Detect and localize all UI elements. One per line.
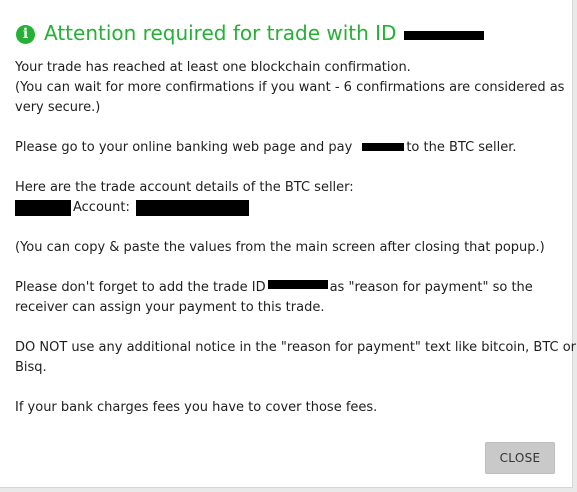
wait-text-1: (You can wait for more confirmations if … [15,80,565,95]
attention-dialog: i Attention required for trade with ID Y… [0,0,577,488]
wait-text-2: very secure.) [15,100,101,115]
redacted-trade-id-inline [267,280,328,289]
dialog-message: Your trade has reached at least one bloc… [15,58,577,418]
redacted-account-number [135,199,249,216]
dialog-title-text: Attention required for trade with ID [44,21,397,45]
account-label: Account: [73,200,130,215]
reason-text-2: receiver can assign your payment to this… [15,300,325,315]
notice-text-2: Bisq. [15,360,47,375]
redacted-amount [362,142,405,151]
dialog-title: Attention required for trade with ID [44,20,485,46]
pay-text-after: to the BTC seller. [406,140,517,155]
account-details-text: Here are the trade account details of th… [15,180,354,195]
close-button[interactable]: CLOSE [485,442,555,474]
redacted-holder-name [15,199,71,216]
fees-text: If your bank charges fees you have to co… [15,400,378,415]
reason-text-before: Please don't forget to add the trade ID [15,280,266,295]
pay-text-before: Please go to your online banking web pag… [15,140,353,155]
account-details-row: Account: [15,198,560,218]
reason-instruction: Please don't forget to add the trade ID a… [15,278,560,298]
pay-instruction: Please go to your online banking web pag… [15,138,560,158]
confirmation-text: Your trade has reached at least one bloc… [15,60,411,75]
dialog-header: i Attention required for trade with ID [16,20,485,46]
redacted-trade-id [404,31,485,40]
copy-paste-text: (You can copy & paste the values from th… [15,240,545,255]
notice-text-1: DO NOT use any additional notice in the … [15,340,577,355]
info-circle-icon: i [16,24,35,44]
reason-text-after: as "reason for payment" so the [329,280,533,295]
